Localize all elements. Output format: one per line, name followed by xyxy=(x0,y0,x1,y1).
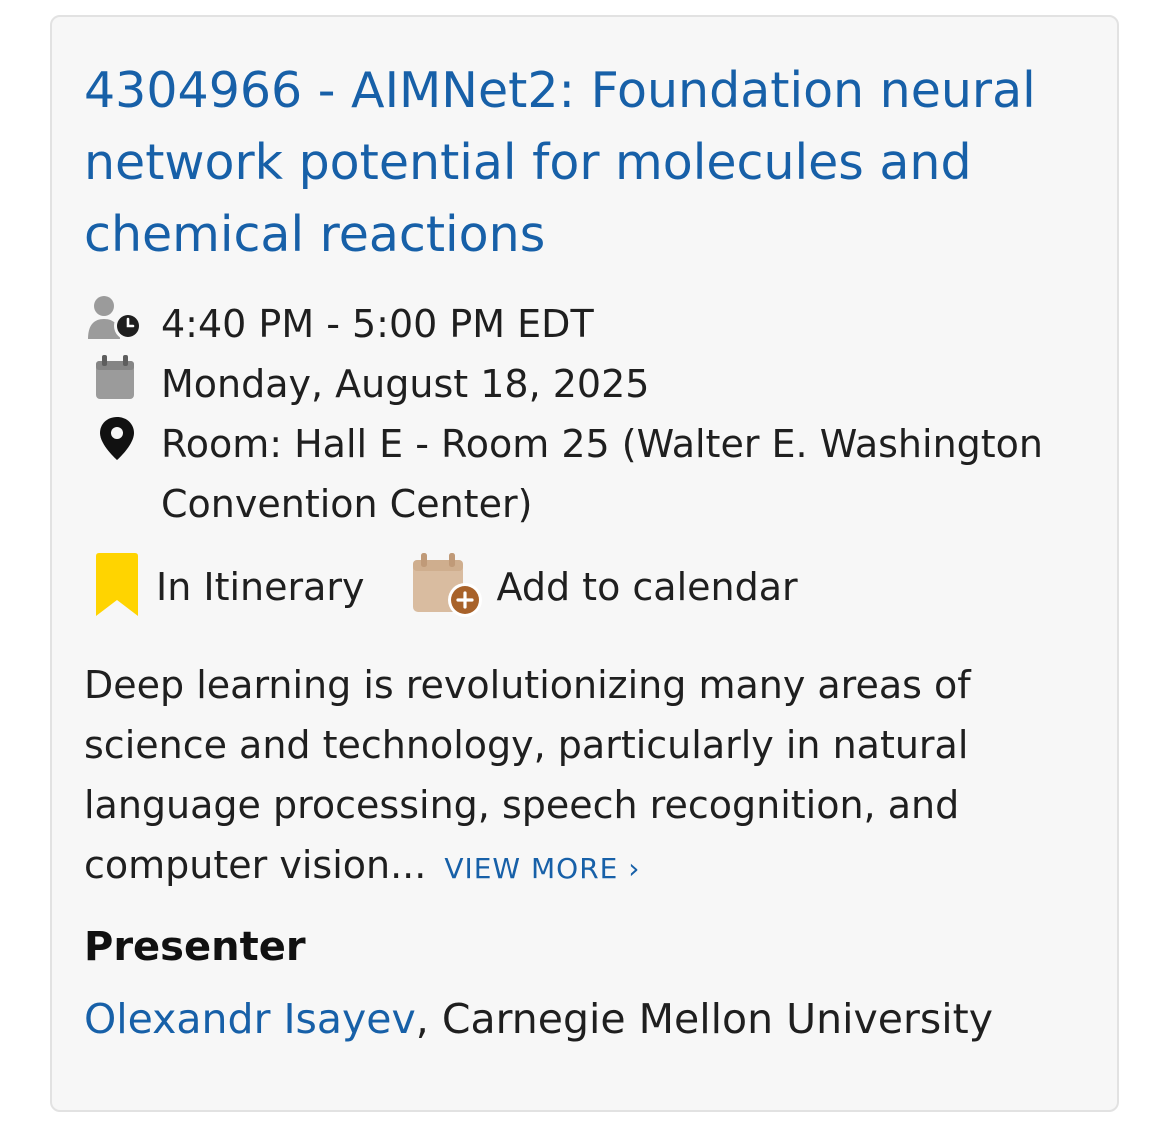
map-pin-icon xyxy=(86,414,146,462)
view-more-link[interactable]: VIEW MORE › xyxy=(444,852,640,885)
calendar-icon xyxy=(86,354,146,402)
session-time-row: 4:40 PM - 5:00 PM EDT xyxy=(86,294,1091,354)
add-to-calendar-button[interactable]: Add to calendar xyxy=(411,552,798,622)
session-date: Monday, August 18, 2025 xyxy=(161,362,650,406)
presenter-affiliation: Carnegie Mellon University xyxy=(441,995,993,1043)
session-date-row: Monday, August 18, 2025 xyxy=(86,354,1091,414)
itinerary-label: In Itinerary xyxy=(156,565,365,609)
presenter-line: Olexandr Isayev, Carnegie Mellon Univers… xyxy=(84,989,993,1049)
person-clock-icon xyxy=(86,294,146,342)
session-room: Room: Hall E - Room 25 (Walter E. Washin… xyxy=(161,422,1044,526)
session-card: 4304966 - AIMNet2: Foundation neural net… xyxy=(50,15,1119,1112)
calendar-plus-icon xyxy=(411,552,483,622)
bookmark-icon xyxy=(92,552,142,622)
session-actions: In Itinerary Add to calendar xyxy=(92,552,798,622)
itinerary-button[interactable]: In Itinerary xyxy=(92,552,365,622)
session-abstract: Deep learning is revolutionizing many ar… xyxy=(84,655,1084,899)
view-more-label: VIEW MORE xyxy=(444,852,619,885)
presenter-separator: , xyxy=(415,995,442,1043)
session-time: 4:40 PM - 5:00 PM EDT xyxy=(161,302,594,346)
presenter-name-link[interactable]: Olexandr Isayev xyxy=(84,995,416,1043)
presenter-heading: Presenter xyxy=(84,924,306,970)
session-room-row: Room: Hall E - Room 25 (Walter E. Washin… xyxy=(86,414,1091,534)
session-title-link[interactable]: 4304966 - AIMNet2: Foundation neural net… xyxy=(84,55,1094,271)
add-to-calendar-label: Add to calendar xyxy=(496,565,798,609)
chevron-right-icon: › xyxy=(628,852,641,885)
